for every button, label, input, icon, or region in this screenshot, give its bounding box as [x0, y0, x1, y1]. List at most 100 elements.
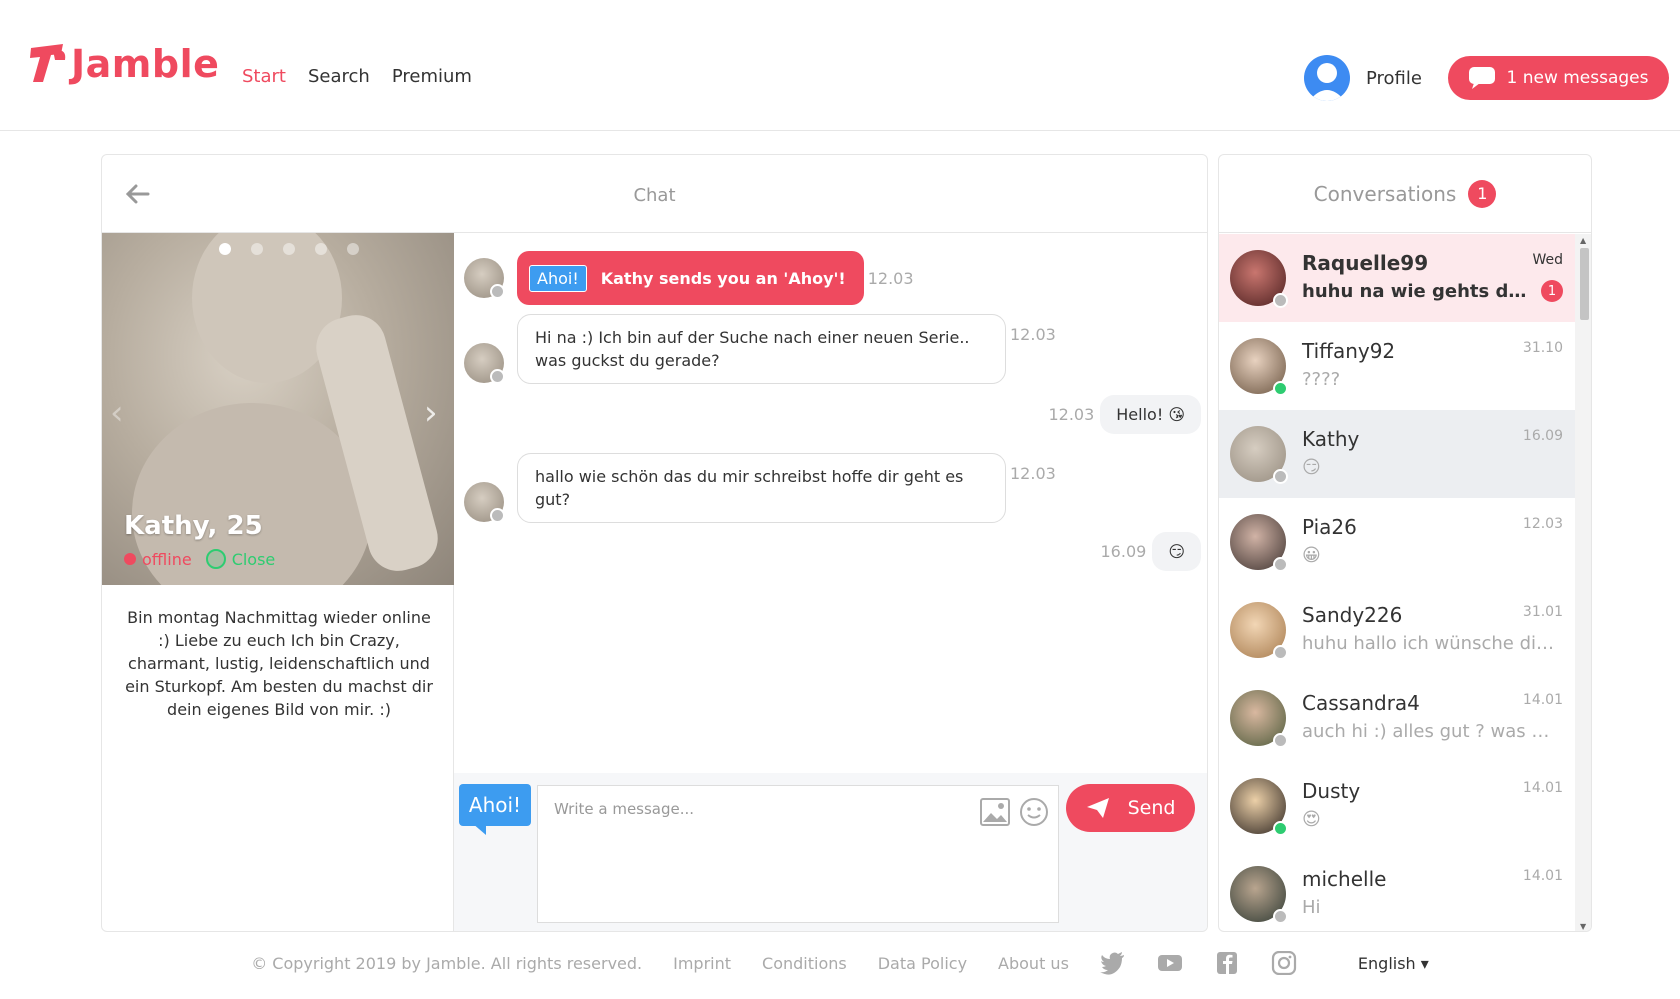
message-row: 16.09 😏 [1100, 532, 1201, 571]
chevron-left-icon[interactable]: ‹ [110, 393, 124, 433]
conversation-preview: 😏 [1302, 457, 1321, 478]
message-row: Ahoi! Kathy sends you an 'Ahoy'! 12.03 [464, 251, 914, 305]
jamble-logo[interactable]: Jamble [27, 42, 219, 86]
profile-label: Profile [1366, 67, 1422, 89]
close-label[interactable]: Close [232, 550, 276, 569]
avatar [1230, 866, 1288, 924]
partner-profile: ‹ › Kathy, 25 offline Close Bin montag N… [102, 233, 454, 931]
send-button[interactable]: Send [1066, 784, 1195, 832]
top-header: Jamble Start Search Premium Profile 1 ne… [0, 0, 1680, 131]
avatar [1230, 690, 1288, 748]
conversation-preview: 😍 [1302, 809, 1321, 830]
conversation-scrollbar[interactable]: ▲ ▼ [1575, 234, 1591, 931]
main-nav: Start Search Premium [242, 66, 472, 87]
sender-avatar [464, 343, 505, 384]
avatar [1230, 778, 1288, 836]
footer-link-conditions[interactable]: Conditions [762, 954, 847, 973]
photo-dot[interactable] [251, 243, 263, 255]
conversation-item[interactable]: Kathy 16.09 😏 [1219, 410, 1575, 498]
message-row: hallo wie schön das du mir schreibst hof… [464, 453, 1056, 523]
conversation-date: 14.01 [1522, 780, 1563, 796]
ahoi-tail [472, 823, 486, 835]
ahoi-message-bubble: Ahoi! Kathy sends you an 'Ahoy'! [517, 251, 864, 305]
conversation-item[interactable]: Cassandra4 14.01 auch hi :) alles gut ? … [1219, 674, 1575, 762]
conversation-preview: huhu hallo ich wünsche dir ... [1302, 633, 1560, 654]
presence-indicator [1273, 381, 1288, 396]
scroll-up-icon[interactable]: ▲ [1580, 236, 1586, 245]
sender-avatar [464, 482, 505, 523]
conversation-item[interactable]: Raquelle99 Wed huhu na wie gehts denn...… [1219, 234, 1575, 322]
conversation-date: 14.01 [1522, 868, 1563, 884]
footer-link-about-us[interactable]: About us [998, 954, 1069, 973]
chat-panel: Chat ‹ › Kathy, 25 offline Close Bin mon… [101, 154, 1208, 932]
copyright-text: © Copyright 2019 by Jamble. All rights r… [251, 953, 643, 973]
presence-indicator [1273, 469, 1288, 484]
conversation-date: 16.09 [1522, 428, 1563, 444]
facebook-icon[interactable] [1214, 951, 1240, 975]
conversations-panel: Conversations 1 Raquelle99 Wed huhu na w… [1218, 154, 1592, 932]
message-time: 16.09 [1100, 542, 1147, 561]
presence-indicator [1273, 293, 1288, 308]
twitter-icon[interactable] [1099, 951, 1126, 975]
avatar [1230, 602, 1288, 660]
conversation-preview: ???? [1302, 369, 1341, 390]
profile-link[interactable]: Profile [1304, 55, 1422, 101]
ahoi-button[interactable]: Ahoi! [459, 784, 531, 826]
conversation-item[interactable]: Sandy226 31.01 huhu hallo ich wünsche di… [1219, 586, 1575, 674]
avatar [1230, 514, 1288, 572]
conversation-unread-badge: 1 [1541, 280, 1563, 302]
scroll-down-icon[interactable]: ▼ [1580, 922, 1586, 931]
footer-link-data-policy[interactable]: Data Policy [878, 954, 967, 973]
message-bubble-outgoing: Hello! 😘 [1100, 395, 1201, 434]
conversation-preview: 😀 [1302, 545, 1321, 566]
conversation-item[interactable]: Pia26 12.03 😀 [1219, 498, 1575, 586]
conversation-name: michelle [1302, 867, 1387, 891]
jamble-logo-icon [30, 44, 66, 82]
conversation-item[interactable]: michelle 14.01 Hi [1219, 850, 1575, 931]
conversation-date: Wed [1532, 252, 1563, 268]
conversation-name: Sandy226 [1302, 603, 1403, 627]
scroll-thumb[interactable] [1580, 248, 1589, 320]
conversation-date: 14.01 [1522, 692, 1563, 708]
conversation-name: Pia26 [1302, 515, 1357, 539]
youtube-icon[interactable] [1157, 951, 1183, 975]
image-upload-icon[interactable] [979, 797, 1011, 827]
photo-dot[interactable] [347, 243, 359, 255]
instagram-icon[interactable] [1271, 951, 1297, 975]
language-selector[interactable]: English ▾ [1358, 954, 1429, 973]
conversation-name: Cassandra4 [1302, 691, 1420, 715]
conversation-name: Tiffany92 [1302, 339, 1396, 363]
message-text: Kathy sends you an 'Ahoy'! [600, 268, 846, 288]
message-time: 12.03 [1010, 464, 1056, 483]
presence-indicator [1273, 733, 1288, 748]
message-composer: Ahoi! Send [454, 773, 1207, 931]
message-bubble-outgoing: 😏 [1152, 532, 1201, 571]
chat-header: Chat [102, 155, 1207, 233]
partner-status: offline Close [124, 549, 275, 569]
conversation-name: Dusty [1302, 779, 1361, 803]
nav-start[interactable]: Start [242, 66, 286, 87]
partner-name-age: Kathy, 25 [124, 511, 263, 541]
photo-dot[interactable] [219, 243, 231, 255]
conversation-name: Raquelle99 [1302, 251, 1429, 275]
nav-search[interactable]: Search [308, 66, 370, 87]
photo-pagination [219, 243, 359, 255]
photo-dot[interactable] [315, 243, 327, 255]
new-messages-button[interactable]: 1 new messages [1448, 56, 1669, 100]
ahoi-tag: Ahoi! [529, 264, 587, 292]
close-circle-icon[interactable] [205, 549, 226, 569]
conversation-date: 31.01 [1522, 604, 1563, 620]
unread-count-badge: 1 [1468, 179, 1497, 208]
message-row: 12.03 Hello! 😘 [1048, 395, 1201, 434]
footer-link-imprint[interactable]: Imprint [673, 954, 731, 973]
send-label: Send [1127, 797, 1176, 819]
message-time: 12.03 [1010, 325, 1056, 344]
conversation-item[interactable]: Tiffany92 31.10 ???? [1219, 322, 1575, 410]
emoji-icon[interactable] [1019, 797, 1049, 827]
chevron-right-icon[interactable]: › [424, 393, 438, 433]
photo-dot[interactable] [283, 243, 295, 255]
nav-premium[interactable]: Premium [392, 66, 472, 87]
avatar [1230, 250, 1288, 308]
sender-avatar [464, 258, 505, 299]
conversation-item[interactable]: Dusty 14.01 😍 [1219, 762, 1575, 850]
